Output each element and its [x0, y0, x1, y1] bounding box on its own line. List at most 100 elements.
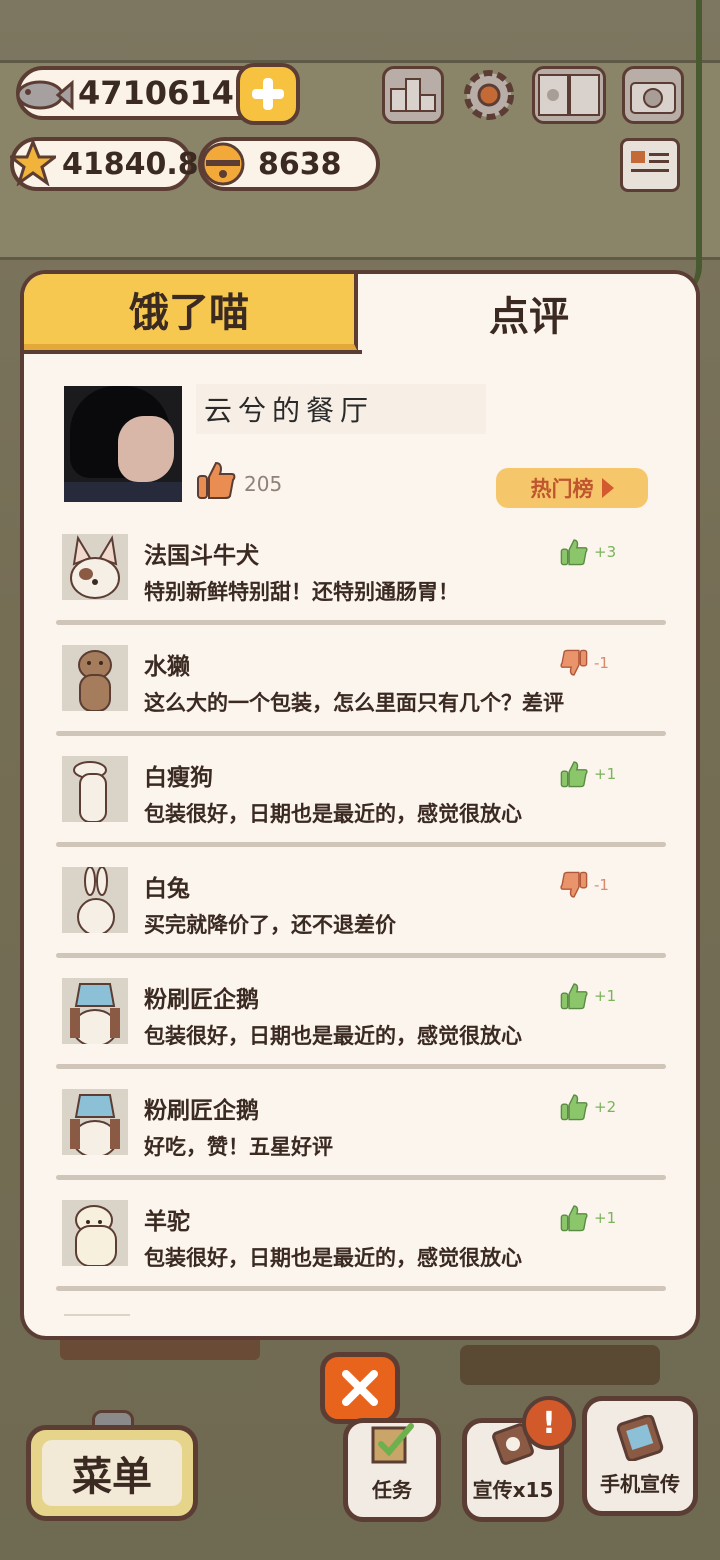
thumb-up-icon: [560, 1205, 588, 1232]
thumb-up-icon: [560, 983, 588, 1010]
review-text: 好吃，赞！五星好评: [144, 1135, 333, 1159]
vote-button[interactable]: +1: [560, 982, 616, 1010]
alpaca-avatar: [62, 1200, 128, 1266]
review-panel: 饿了喵 点评 云兮的餐厅 205 热门榜 法国斗牛犬 特别新鲜特别甜！还特别通肠…: [20, 270, 700, 1340]
star-icon: [10, 140, 56, 186]
review-item: 法国斗牛犬 特别新鲜特别甜！还特别通肠胃！ +3: [56, 530, 666, 640]
divider: [56, 1064, 666, 1069]
thumb-up-icon: [560, 761, 588, 788]
vote-button[interactable]: -1: [560, 871, 609, 899]
painter-penguin-avatar: [62, 1089, 128, 1155]
vote-count: +2: [594, 1098, 617, 1116]
phone-promotion-button[interactable]: 手机宣传: [582, 1396, 698, 1516]
restaurant-like-count: 205: [244, 472, 283, 496]
thumb-down-icon: [560, 649, 588, 676]
task-label: 任务: [372, 1478, 412, 1502]
vote-count: +1: [594, 765, 617, 783]
reviewer-name: 水獭: [144, 654, 190, 680]
review-text: 包装很好，日期也是最近的，感觉很放心: [144, 1246, 522, 1270]
review-item: 粉刷匠企鹅 好吃，赞！五星好评 +2: [56, 1085, 666, 1195]
white-dog-avatar: [62, 756, 128, 822]
thumb-up-icon: [560, 539, 588, 566]
vote-count: +1: [594, 1209, 617, 1227]
vote-button[interactable]: +1: [560, 1204, 616, 1232]
tab-reviews[interactable]: 点评: [362, 274, 696, 352]
restaurant-name: 云兮的餐厅: [196, 384, 486, 434]
vote-count: +1: [594, 987, 617, 1005]
review-item: 水獭 这么大的一个包装，怎么里面只有几个？差评 -1: [56, 641, 666, 751]
fish-icon: [14, 70, 74, 120]
recipe-book-button[interactable]: [532, 66, 606, 124]
thumb-down-icon: [560, 871, 588, 898]
tab-label: 点评: [489, 294, 569, 340]
menu-label: 菜单: [72, 1454, 152, 1500]
divider: [56, 731, 666, 736]
bell-icon: [198, 138, 248, 188]
rabbit-avatar: [62, 867, 128, 933]
reviewer-name: 羊驼: [144, 1209, 190, 1235]
painter-penguin-avatar: [62, 978, 128, 1044]
camera-icon: [630, 82, 676, 114]
vote-button[interactable]: +3: [560, 538, 616, 566]
hot-list-label: 热门榜: [530, 477, 594, 501]
reviewer-name: 粉刷匠企鹅: [144, 987, 259, 1013]
vote-button[interactable]: +1: [560, 760, 616, 788]
divider: [56, 842, 666, 847]
thumb-up-icon: [197, 461, 236, 499]
promotion-label: 宣传x15: [472, 1478, 554, 1502]
divider: [56, 1286, 666, 1291]
otter-avatar: [62, 645, 128, 711]
restaurant-avatar: [64, 386, 182, 502]
phone-promotion-label: 手机宣传: [600, 1472, 680, 1496]
phone-flyer-icon: [616, 1415, 664, 1461]
bulldog-avatar: [62, 534, 128, 600]
task-button[interactable]: 任务: [343, 1418, 441, 1522]
list-end-line: [64, 1314, 130, 1316]
ranking-button[interactable]: [382, 66, 444, 124]
camera-button[interactable]: [622, 66, 684, 124]
add-fish-button[interactable]: [236, 63, 300, 125]
review-text: 特别新鲜特别甜！还特别通肠胃！: [144, 580, 459, 604]
close-icon: [342, 1370, 378, 1406]
vote-button[interactable]: -1: [560, 649, 609, 677]
review-item: 白瘦狗 包装很好，日期也是最近的，感觉很放心 +1: [56, 752, 666, 862]
book-icon: [538, 74, 600, 116]
bell-count: 8638: [258, 146, 342, 182]
star-count: 41840.8: [62, 146, 199, 182]
hot-list-button[interactable]: 热门榜: [496, 468, 648, 508]
review-panel-body: 饿了喵 点评 云兮的餐厅 205 热门榜 法国斗牛犬 特别新鲜特别甜！还特别通肠…: [24, 274, 696, 1336]
review-item: 白兔 买完就降价了，还不退差价 -1: [56, 863, 666, 973]
fish-count: 4710614: [78, 74, 234, 112]
tab-label: 饿了喵: [129, 290, 249, 336]
divider: [56, 1175, 666, 1180]
review-item: 羊驼 包装很好，日期也是最近的，感觉很放心 +1: [56, 1196, 666, 1306]
newspaper-button[interactable]: [620, 138, 680, 192]
review-text: 包装很好，日期也是最近的，感觉很放心: [144, 1024, 522, 1048]
settings-button[interactable]: [458, 66, 520, 124]
vote-count: -1: [594, 654, 609, 672]
close-button[interactable]: [320, 1352, 400, 1424]
tab-hungry-meow[interactable]: 饿了喵: [24, 274, 358, 352]
reviewer-name: 粉刷匠企鹅: [144, 1098, 259, 1124]
arrow-right-icon: [601, 478, 614, 498]
reviewer-name: 白兔: [144, 876, 190, 902]
tab-divider: [24, 350, 362, 354]
background-table: [460, 1345, 660, 1385]
checklist-icon: [371, 1423, 414, 1464]
review-text: 包装很好，日期也是最近的，感觉很放心: [144, 802, 522, 826]
gear-icon: [464, 70, 514, 120]
vote-button[interactable]: +2: [560, 1093, 616, 1121]
menu-button[interactable]: 菜单: [26, 1425, 198, 1521]
ranking-icon: [390, 78, 436, 112]
newspaper-icon: [631, 151, 669, 172]
divider: [56, 620, 666, 625]
review-item: 粉刷匠企鹅 包装很好，日期也是最近的，感觉很放心 +1: [56, 974, 666, 1084]
vote-count: +3: [594, 543, 617, 561]
alert-badge: !: [522, 1396, 576, 1450]
divider: [56, 953, 666, 958]
plus-icon: [252, 78, 284, 110]
review-text: 买完就降价了，还不退差价: [144, 913, 396, 937]
reviewer-name: 白瘦狗: [144, 765, 213, 791]
vote-count: -1: [594, 876, 609, 894]
reviewer-name: 法国斗牛犬: [144, 543, 259, 569]
